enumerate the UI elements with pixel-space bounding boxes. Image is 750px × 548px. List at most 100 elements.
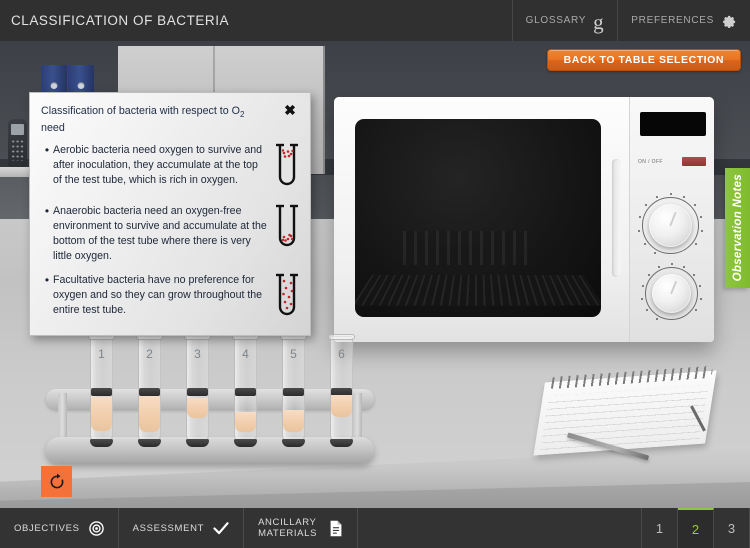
target-icon: [88, 520, 104, 536]
checkmark-icon: [213, 521, 229, 534]
info-title-subscript: 2: [240, 110, 245, 120]
rack-leg-left: [58, 393, 67, 441]
page-title: CLASSIFICATION OF BACTERIA: [11, 13, 230, 28]
test-tube-bacteria-top-icon: [274, 143, 300, 191]
bullet-text: Facultative bacteria have no preference …: [53, 274, 263, 317]
top-header-bar: CLASSIFICATION OF BACTERIA GLOSSARY g PR…: [0, 0, 750, 41]
bullet-marker: •: [44, 143, 50, 158]
tube-foot: [282, 439, 305, 447]
tube-foot: [90, 439, 113, 447]
info-bullet-facultative: • Facultative bacteria have no preferenc…: [41, 273, 300, 325]
bullet-text: Anaerobic bacteria need an oxygen-free e…: [53, 205, 267, 263]
oven-knob-upper[interactable]: [638, 193, 703, 254]
tube-number-label: 2: [146, 347, 153, 361]
knob-tick-mark: [699, 297, 702, 300]
objectives-label: OBJECTIVES: [14, 522, 80, 534]
page-button-3[interactable]: 3: [714, 508, 750, 548]
notepad-ruled-lines: [540, 385, 709, 451]
bullet-marker: •: [44, 204, 50, 219]
ancillary-materials-label: ANCILLARY MATERIALS: [258, 517, 318, 539]
info-panel-title: Classification of bacteria with respect …: [41, 104, 257, 136]
incubator-oven[interactable]: ON / OFF: [334, 97, 714, 342]
tube-number-label: 3: [194, 347, 201, 361]
test-tube-rack: 1 2 3 4 5 6: [46, 333, 374, 463]
observation-notes-label: Observation Notes: [731, 174, 744, 282]
tube-cap: [283, 388, 304, 396]
knob-tick-mark: [645, 204, 648, 207]
page-button-1[interactable]: 1: [642, 508, 678, 548]
knob-tick-mark: [693, 273, 696, 276]
test-tube-4[interactable]: 4: [232, 334, 259, 447]
ancillary-materials-button[interactable]: ANCILLARY MATERIALS: [244, 508, 359, 548]
knob-tick-mark: [656, 195, 659, 198]
tube-agar: [331, 395, 352, 417]
oven-inner-rack: [355, 275, 601, 306]
tube-foot: [186, 439, 209, 447]
info-bullet-aerobic: • Aerobic bacteria need oxygen to surviv…: [41, 143, 300, 195]
tube-number-label: 5: [290, 347, 297, 361]
bullet-text: Aerobic bacteria need oxygen to survive …: [53, 144, 263, 187]
oven-power-indicator: [682, 157, 706, 166]
notepad[interactable]: [533, 365, 717, 456]
tube-cap: [139, 388, 160, 396]
test-tube-6[interactable]: 6: [328, 334, 355, 447]
knob-tick-mark: [646, 309, 649, 312]
gear-icon: [723, 15, 736, 28]
assessment-label: ASSESSMENT: [132, 522, 205, 534]
tube-number-label: 4: [242, 347, 249, 361]
knob-tick-mark: [639, 216, 642, 219]
knob-tick-mark: [658, 265, 661, 268]
knob-tick-mark: [670, 263, 673, 265]
oven-control-panel: ON / OFF: [630, 97, 714, 342]
oven-onoff-label: ON / OFF: [638, 159, 663, 165]
oven-display: [640, 112, 706, 136]
tube-number-label: 6: [338, 347, 345, 361]
tube-foot: [330, 439, 353, 447]
close-icon[interactable]: ✖: [283, 103, 297, 117]
knob-tick-mark: [642, 284, 645, 287]
test-tube-5[interactable]: 5: [280, 334, 307, 447]
reset-circular-arrow-icon: [50, 473, 63, 488]
knob-tick-mark: [682, 195, 685, 198]
back-to-table-selection-button[interactable]: BACK TO TABLE SELECTION: [546, 49, 741, 71]
oven-knob-lower[interactable]: [641, 263, 702, 321]
g-letter-icon: g: [593, 10, 605, 34]
oven-door[interactable]: [334, 97, 630, 342]
knob-tick-mark: [699, 216, 702, 219]
cordless-phone: [8, 119, 27, 167]
info-panel: ✖ Classification of bacteria with respec…: [29, 92, 311, 336]
binder-ring-hole: [77, 82, 85, 89]
oven-door-handle[interactable]: [612, 159, 621, 277]
test-tube-bacteria-bottom-icon: [274, 204, 300, 252]
tube-lip: [328, 334, 355, 340]
knob-tick-mark: [669, 193, 672, 195]
observation-notes-tab[interactable]: Observation Notes: [725, 168, 750, 288]
toolbar-spacer: [358, 508, 642, 548]
objectives-button[interactable]: OBJECTIVES: [0, 508, 119, 548]
tube-number-label: 1: [98, 347, 105, 361]
info-title-prefix: Classification of bacteria with respect …: [41, 105, 240, 117]
tube-foot: [138, 439, 161, 447]
rack-leg-right: [353, 393, 362, 441]
phone-screen: [11, 124, 24, 135]
preferences-button[interactable]: PREFERENCES: [617, 0, 750, 41]
test-tube-1[interactable]: 1: [88, 334, 115, 447]
oven-window: [355, 119, 601, 317]
tube-agar: [283, 410, 304, 432]
glossary-button[interactable]: GLOSSARY g: [511, 0, 618, 41]
tube-agar: [235, 412, 256, 432]
page-button-2[interactable]: 2: [678, 508, 714, 548]
test-tube-bacteria-throughout-icon: [274, 273, 300, 321]
phone-keypad: [11, 139, 24, 161]
test-tube-2[interactable]: 2: [136, 334, 163, 447]
tube-cap: [91, 388, 112, 396]
reset-button[interactable]: [41, 466, 72, 497]
test-tube-3[interactable]: 3: [184, 334, 211, 447]
knob-tick-mark: [643, 242, 646, 245]
application-root: CLASSIFICATION OF BACTERIA GLOSSARY g PR…: [0, 0, 750, 548]
tube-cap: [187, 388, 208, 396]
info-bullet-anaerobic: • Anaerobic bacteria need an oxygen-free…: [41, 204, 300, 264]
knob-tick-mark: [682, 265, 685, 268]
knob-tick-mark: [653, 251, 656, 254]
assessment-button[interactable]: ASSESSMENT: [119, 508, 245, 548]
